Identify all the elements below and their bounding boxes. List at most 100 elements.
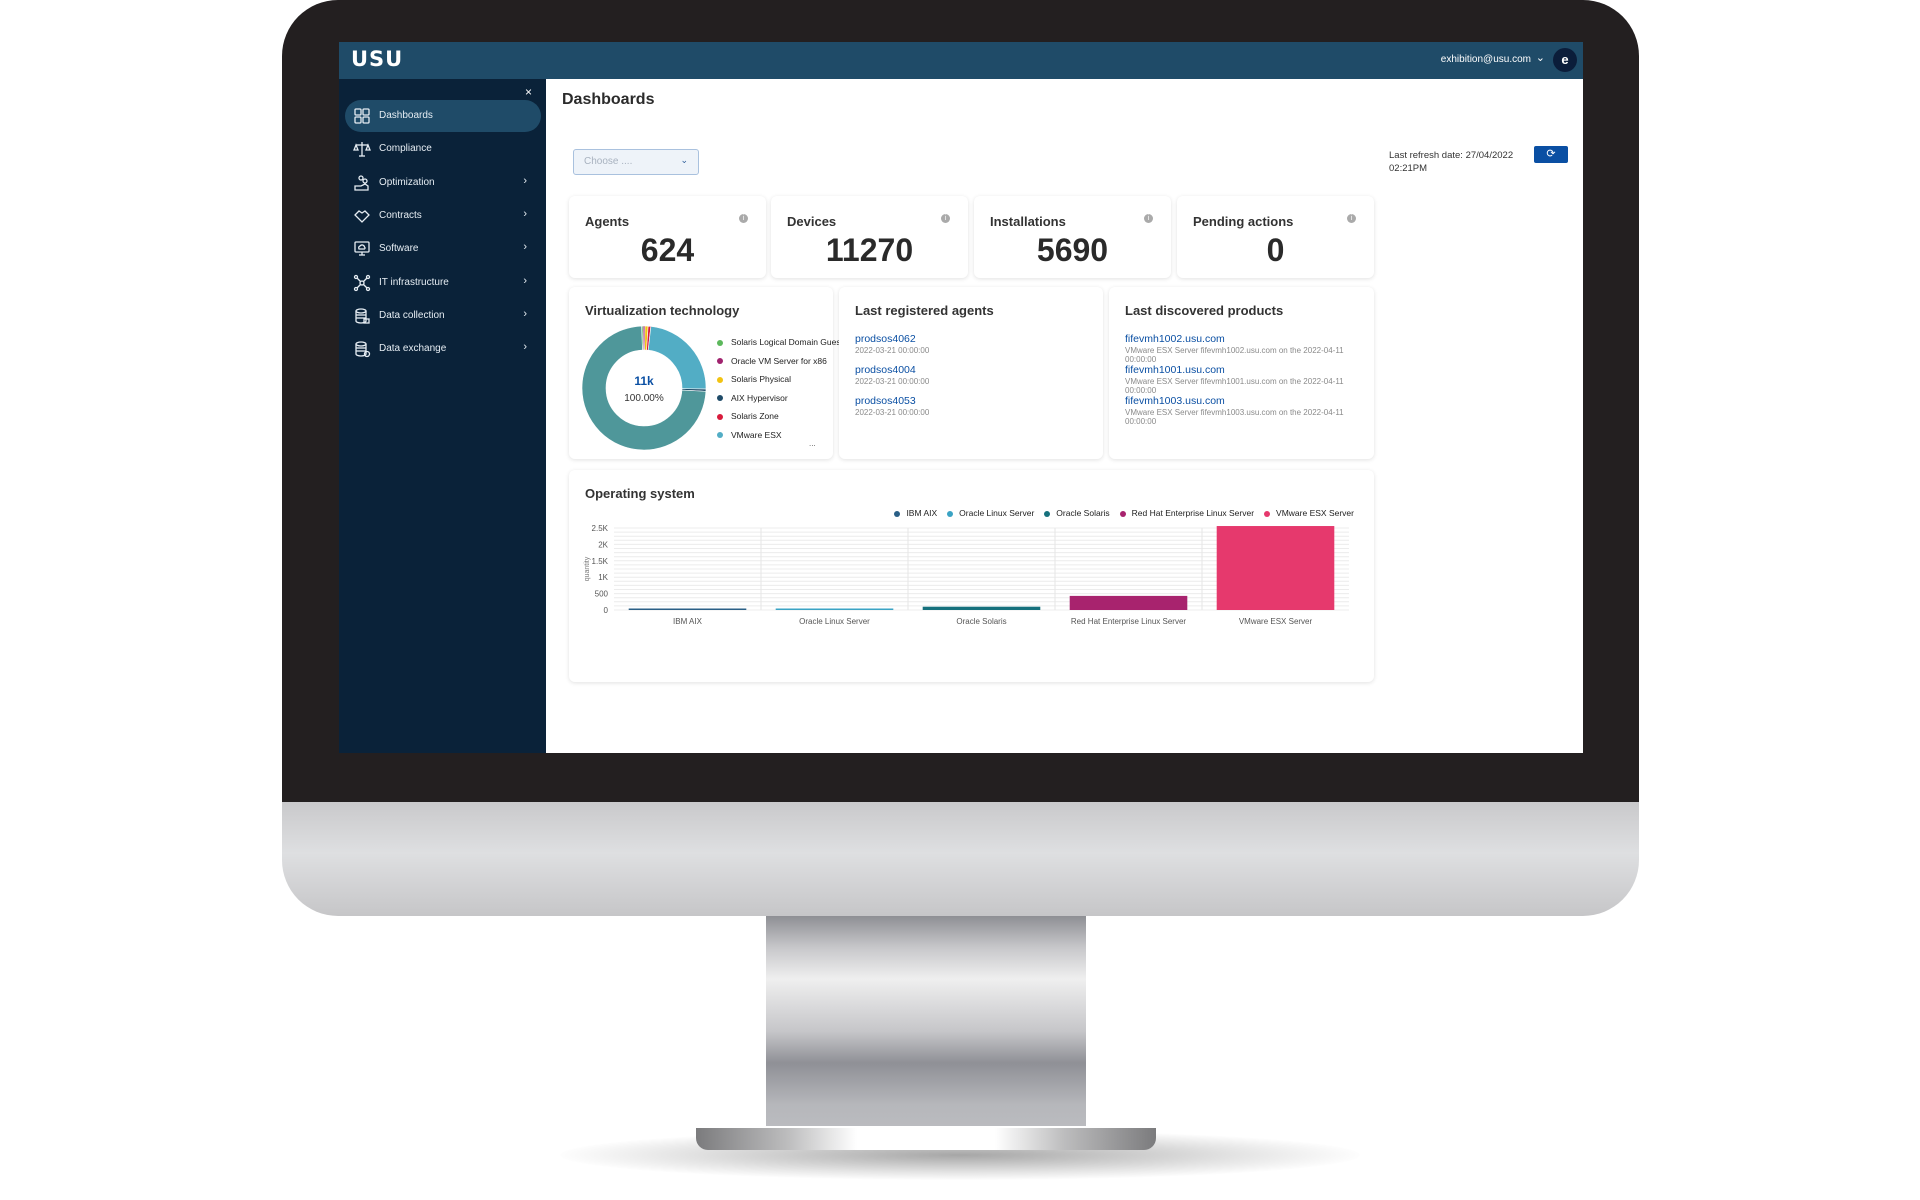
- legend-dot: [1044, 510, 1051, 517]
- bar-ibm-aix[interactable]: [628, 608, 747, 611]
- kpi-card-pending-actions[interactable]: Pending actions i 0: [1177, 196, 1374, 278]
- legend-label: VMware ESX: [731, 429, 782, 440]
- legend-item[interactable]: IBM AIX: [894, 508, 937, 518]
- sidebar-item-label: Optimization: [379, 176, 435, 188]
- network-nodes-icon: [353, 274, 371, 291]
- sidebar-item-label: Compliance: [379, 143, 432, 155]
- product-list-item[interactable]: fifevmh1002.usu.com VMware ESX Server fi…: [1125, 333, 1374, 364]
- sidebar-item-contracts[interactable]: Contracts ›: [345, 200, 541, 232]
- legend-item[interactable]: VMware ESX Server: [1264, 508, 1354, 518]
- user-email[interactable]: exhibition@usu.com: [1441, 54, 1531, 65]
- legend-dot: [717, 339, 723, 346]
- sidebar: × Dashboards Compliance Optimization › Contr…: [339, 79, 546, 753]
- agent-link[interactable]: prodsos4053: [855, 395, 929, 407]
- sidebar-item-data-exchange[interactable]: Data exchange ›: [345, 333, 541, 365]
- info-icon[interactable]: i: [1347, 214, 1356, 223]
- legend-label: Solaris Physical: [731, 374, 791, 384]
- sidebar-item-dashboards[interactable]: Dashboards: [345, 100, 541, 132]
- legend-label: Red Hat Enterprise Linux Server: [1131, 508, 1255, 518]
- chevron-down-icon[interactable]: ⌄: [1536, 51, 1545, 64]
- legend-label: AIX Hypervisor: [731, 392, 788, 403]
- kpi-title: Devices: [787, 214, 837, 229]
- database-sync-icon: [355, 341, 371, 358]
- legend-more[interactable]: ...: [809, 439, 816, 448]
- info-icon[interactable]: i: [739, 214, 748, 223]
- legend-dot: [1264, 510, 1271, 517]
- chevron-right-icon[interactable]: ›: [523, 241, 527, 253]
- monitor-stand-base: [696, 1128, 1156, 1150]
- product-link[interactable]: fifevmh1001.usu.com: [1125, 364, 1374, 376]
- y-tick-label: 500: [595, 590, 609, 599]
- donut-slice-vmware-esx[interactable]: [647, 326, 707, 390]
- dashboard-select[interactable]: Choose .... ⌄: [573, 149, 699, 175]
- kpi-card-devices[interactable]: Devices i 11270: [771, 196, 968, 278]
- product-list-item[interactable]: fifevmh1001.usu.com VMware ESX Server fi…: [1125, 364, 1374, 395]
- legend-item[interactable]: Oracle Linux Server: [947, 508, 1034, 518]
- legend-item[interactable]: Solaris Logical Domain Guest: [717, 337, 843, 347]
- legend-item[interactable]: Solaris Zone: [717, 411, 779, 421]
- last-discovered-products-panel: Last discovered products fifevmh1002.usu…: [1109, 287, 1374, 459]
- donut-center-percent: 100.00%: [624, 393, 664, 404]
- panel-title: Last registered agents: [855, 303, 994, 318]
- sidebar-item-it-infrastructure[interactable]: IT infrastructure ›: [345, 267, 541, 299]
- agent-link[interactable]: prodsos4062: [855, 333, 929, 345]
- chevron-right-icon[interactable]: ›: [523, 208, 527, 220]
- product-detail: VMware ESX Server fifevmh1003.usu.com on…: [1125, 408, 1344, 426]
- kpi-card-agents[interactable]: Agents i 624: [569, 196, 766, 278]
- legend-item[interactable]: VMware ESX: [717, 430, 782, 440]
- legend-label: Oracle VM Server for x86: [731, 355, 827, 366]
- close-icon[interactable]: ×: [525, 85, 532, 99]
- refresh-button[interactable]: ⟳: [1534, 146, 1568, 163]
- agent-list-item[interactable]: prodsos4062 2022-03-21 00:00:00: [855, 333, 929, 355]
- kpi-value: 5690: [1036, 232, 1109, 268]
- chevron-right-icon[interactable]: ›: [523, 341, 527, 353]
- x-tick-label: Oracle Solaris: [956, 617, 1006, 626]
- virtualization-donut-chart: 11k 100.00%: [581, 325, 707, 451]
- bar-oracle-linux-server[interactable]: [775, 608, 894, 611]
- product-link[interactable]: fifevmh1003.usu.com: [1125, 395, 1374, 407]
- database-lock-icon: [355, 308, 370, 324]
- chevron-right-icon[interactable]: ›: [523, 175, 527, 187]
- sidebar-item-optimization[interactable]: Optimization ›: [345, 167, 541, 199]
- usu-logo[interactable]: USU: [351, 47, 403, 71]
- chevron-right-icon[interactable]: ›: [523, 308, 527, 320]
- y-axis-label: quantity: [584, 556, 591, 581]
- chevron-right-icon[interactable]: ›: [523, 275, 527, 287]
- product-detail: VMware ESX Server fifevmh1001.usu.com on…: [1125, 377, 1344, 395]
- sidebar-item-compliance[interactable]: Compliance: [345, 133, 541, 165]
- x-tick-label: VMware ESX Server: [1239, 617, 1313, 626]
- info-icon[interactable]: i: [1144, 214, 1153, 223]
- product-link[interactable]: fifevmh1002.usu.com: [1125, 333, 1374, 345]
- info-icon[interactable]: i: [941, 214, 950, 223]
- legend-dot: [717, 395, 723, 402]
- sidebar-item-data-collection[interactable]: Data collection ›: [345, 300, 541, 332]
- legend-item[interactable]: Red Hat Enterprise Linux Server: [1119, 508, 1255, 518]
- product-list-item[interactable]: fifevmh1003.usu.com VMware ESX Server fi…: [1125, 395, 1374, 426]
- agent-date: 2022-03-21 00:00:00: [855, 346, 930, 355]
- bar-vmware-esx-server[interactable]: [1216, 526, 1335, 610]
- kpi-card-installations[interactable]: Installations i 5690: [974, 196, 1171, 278]
- sidebar-item-label: Data exchange: [379, 343, 447, 355]
- agent-link[interactable]: prodsos4004: [855, 364, 929, 376]
- legend-label: Oracle Linux Server: [959, 508, 1035, 518]
- monitor-chin: [282, 802, 1639, 916]
- legend-label: Solaris Zone: [731, 411, 779, 421]
- agent-list-item[interactable]: prodsos4004 2022-03-21 00:00:00: [855, 364, 929, 386]
- bar-oracle-solaris[interactable]: [922, 606, 1041, 610]
- legend-dot: [894, 510, 901, 517]
- os-bar-chart: 0 500 1K 1.5K 2K 2.5K quantity IBM AIX Oracle Li…: [584, 524, 1349, 626]
- sidebar-item-software[interactable]: Software ›: [345, 233, 541, 265]
- y-tick-label: 0: [604, 606, 609, 615]
- legend-item[interactable]: AIX Hypervisor: [717, 393, 788, 403]
- agent-date: 2022-03-21 00:00:00: [855, 377, 930, 386]
- legend-item[interactable]: Solaris Physical: [717, 374, 791, 384]
- legend-item[interactable]: Oracle Solaris: [1044, 508, 1110, 518]
- sidebar-item-label: Data collection: [379, 309, 445, 321]
- legend-item[interactable]: Oracle VM Server for x86: [717, 356, 827, 366]
- main-content: Dashboards Choose .... ⌄ Last refresh da…: [546, 79, 1583, 753]
- agent-list-item[interactable]: prodsos4053 2022-03-21 00:00:00: [855, 395, 929, 417]
- bar-red-hat-enterprise-linux-server[interactable]: [1069, 595, 1188, 610]
- avatar[interactable]: e: [1553, 48, 1577, 72]
- page-title: Dashboards: [562, 91, 655, 108]
- scales-icon: [353, 142, 371, 157]
